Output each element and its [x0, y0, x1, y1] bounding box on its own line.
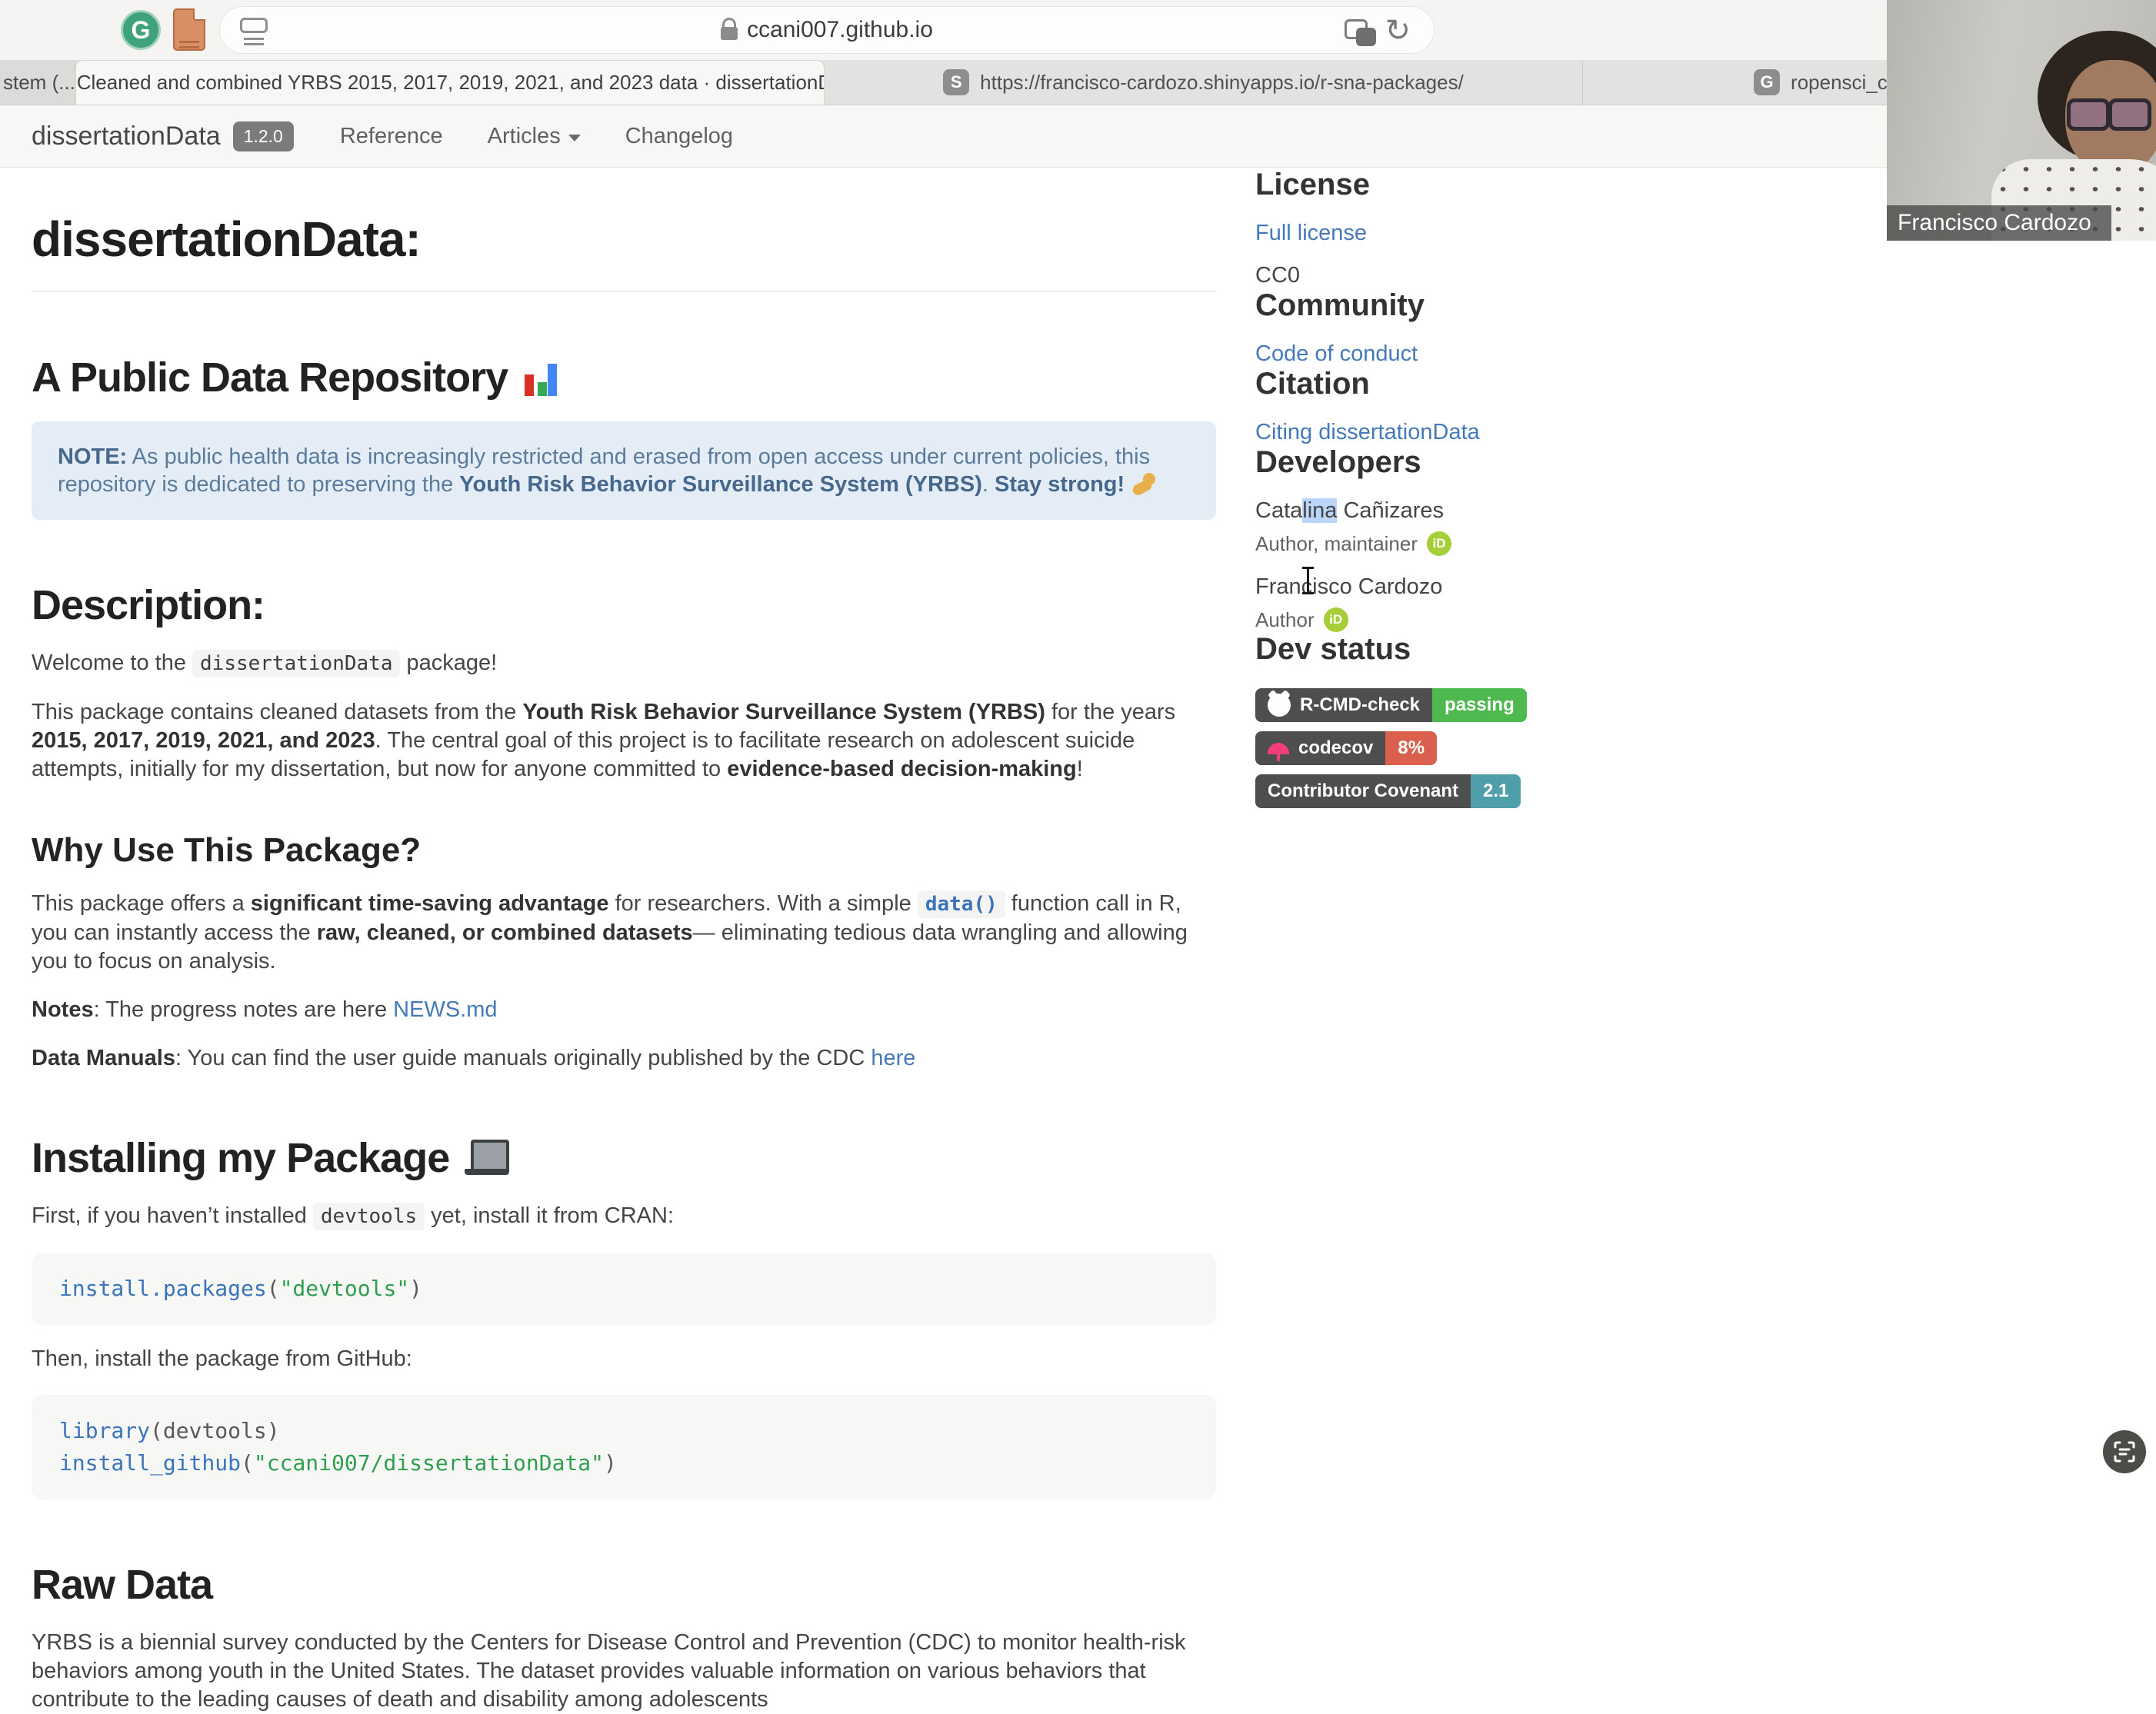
- license-heading: License: [1255, 168, 1778, 202]
- install-heading-text: Installing my Package: [32, 1134, 449, 1182]
- why-paragraph: This package offers a significant time-s…: [32, 890, 1216, 976]
- badge-label: Contributor Covenant: [1268, 780, 1458, 802]
- page-content: dissertationData: A Public Data Reposito…: [0, 168, 2156, 1483]
- ropensci-favicon: G: [1754, 69, 1780, 95]
- github-icon: [1268, 694, 1291, 717]
- grammarly-scan-button[interactable]: [2103, 1430, 2146, 1473]
- tab-partial-left[interactable]: stem (...: [0, 60, 75, 105]
- badge-label: R-CMD-check: [1300, 694, 1420, 716]
- data-manuals-line: Data Manuals: You can find the user guid…: [32, 1044, 1216, 1073]
- reload-icon[interactable]: ↻: [1385, 13, 1411, 48]
- url-text[interactable]: ccani007.github.io: [747, 17, 933, 43]
- sidebar: License Full license CC0 Community Code …: [1255, 168, 1778, 817]
- title-divider: [32, 291, 1216, 292]
- dev-status-badges: R-CMD-check passing codecov 8% Cont: [1255, 688, 1778, 817]
- license-value: CC0: [1255, 263, 1778, 288]
- name-text: Francisco Cardozo: [1255, 574, 1442, 599]
- bar-chart-icon: [523, 358, 561, 398]
- nav-link-changelog[interactable]: Changelog: [625, 124, 733, 149]
- browser-window: { "colors": { "link_blue": "#4679b9", "n…: [0, 0, 2156, 1483]
- tab-strip: stem (... G Cleaned and combined YRBS 20…: [0, 60, 2156, 105]
- badge-contributor-covenant[interactable]: Contributor Covenant 2.1: [1255, 774, 1521, 808]
- description-heading: Description:: [32, 581, 1216, 629]
- raw-data-paragraph: YRBS is a biennial survey conducted by t…: [32, 1629, 1216, 1714]
- developer-name-catalina[interactable]: Catalina Cañizares: [1255, 498, 1778, 524]
- scan-text-icon: [2113, 1440, 2136, 1463]
- chevron-down-icon: [568, 135, 581, 141]
- site-navbar: dissertationData 1.2.0 Reference Article…: [0, 105, 2156, 168]
- install-heading: Installing my Package: [32, 1134, 1216, 1182]
- community-heading: Community: [1255, 288, 1778, 323]
- notes-line: Notes: The progress notes are here NEWS.…: [32, 996, 1216, 1024]
- tab-label: Cleaned and combined YRBS 2015, 2017, 20…: [77, 71, 825, 95]
- codecov-icon: [1268, 743, 1289, 754]
- why-heading: Why Use This Package?: [32, 831, 1216, 870]
- hero-heading-text: A Public Data Repository: [32, 354, 508, 401]
- nav-link-articles[interactable]: Articles: [488, 124, 581, 149]
- description-paragraph: This package contains cleaned datasets f…: [32, 698, 1216, 784]
- code-of-conduct-link[interactable]: Code of conduct: [1255, 341, 1778, 367]
- name-text: Cata: [1255, 498, 1302, 523]
- lock-icon: [721, 27, 738, 40]
- person-glasses: [2067, 98, 2151, 125]
- shinyapps-favicon: S: [943, 69, 969, 95]
- full-license-link[interactable]: Full license: [1255, 221, 1778, 246]
- raw-data-heading: Raw Data: [32, 1561, 1216, 1609]
- developers-heading: Developers: [1255, 445, 1778, 480]
- install-step1-paragraph: First, if you haven’t installed devtools…: [32, 1202, 1216, 1231]
- citation-heading: Citation: [1255, 367, 1778, 401]
- document-extension-icon[interactable]: [173, 8, 205, 51]
- tab-label: stem (...: [3, 71, 75, 95]
- tab-shinyapps[interactable]: S https://francisco-cardozo.shinyapps.io…: [825, 60, 1583, 105]
- note-callout: NOTE: As public health data is increasin…: [32, 421, 1216, 520]
- badge-value: passing: [1432, 688, 1527, 722]
- role-text: Author: [1255, 608, 1315, 632]
- nav-link-reference[interactable]: Reference: [340, 124, 443, 149]
- orcid-icon[interactable]: iD: [1324, 607, 1348, 632]
- text-cursor: [1307, 567, 1309, 594]
- orcid-icon[interactable]: iD: [1427, 531, 1451, 556]
- description-welcome-paragraph: Welcome to the dissertationData package!: [32, 649, 1216, 678]
- badge-label: codecov: [1298, 737, 1373, 759]
- developer-role: Author iD: [1255, 607, 1778, 632]
- webcam-overlay: Francisco Cardozo: [1887, 0, 2156, 241]
- code-block-install-devtools[interactable]: install.packages("devtools"): [32, 1253, 1216, 1325]
- developer-role: Author, maintainer iD: [1255, 531, 1778, 556]
- badge-codecov[interactable]: codecov 8%: [1255, 731, 1437, 765]
- nav-link-label: Articles: [488, 124, 561, 149]
- page-title: dissertationData:: [32, 211, 1216, 268]
- address-bar[interactable]: ccani007.github.io ↻: [219, 6, 1435, 54]
- text-selection: lina: [1302, 498, 1337, 523]
- code-block-install-github[interactable]: library(devtools)install_github("ccani00…: [32, 1395, 1216, 1499]
- tab-active-dissertationdata[interactable]: G Cleaned and combined YRBS 2015, 2017, …: [75, 60, 825, 105]
- hero-heading: A Public Data Repository: [32, 354, 1216, 401]
- webcam-name-label: Francisco Cardozo: [1887, 205, 2111, 241]
- grammarly-extension-icon[interactable]: G: [121, 10, 161, 50]
- browser-toolbar: G ccani007.github.io ↻: [0, 0, 2156, 60]
- badge-value: 2.1: [1471, 774, 1521, 808]
- name-text: Cañizares: [1337, 498, 1444, 523]
- developer-name-francisco[interactable]: Francisco Cardozo: [1255, 574, 1778, 600]
- translate-icon[interactable]: [1345, 19, 1368, 39]
- main-column: dissertationData: A Public Data Reposito…: [32, 168, 1216, 1714]
- badge-r-cmd-check[interactable]: R-CMD-check passing: [1255, 688, 1527, 722]
- dev-status-heading: Dev status: [1255, 632, 1778, 667]
- tab-label: https://francisco-cardozo.shinyapps.io/r…: [980, 71, 1464, 95]
- version-badge: 1.2.0: [233, 121, 294, 151]
- badge-value: 8%: [1385, 731, 1437, 765]
- install-step2-paragraph: Then, install the package from GitHub:: [32, 1345, 1216, 1373]
- site-brand[interactable]: dissertationData: [32, 121, 221, 151]
- citing-link[interactable]: Citing dissertationData: [1255, 420, 1778, 445]
- laptop-icon: [465, 1140, 509, 1177]
- role-text: Author, maintainer: [1255, 532, 1418, 556]
